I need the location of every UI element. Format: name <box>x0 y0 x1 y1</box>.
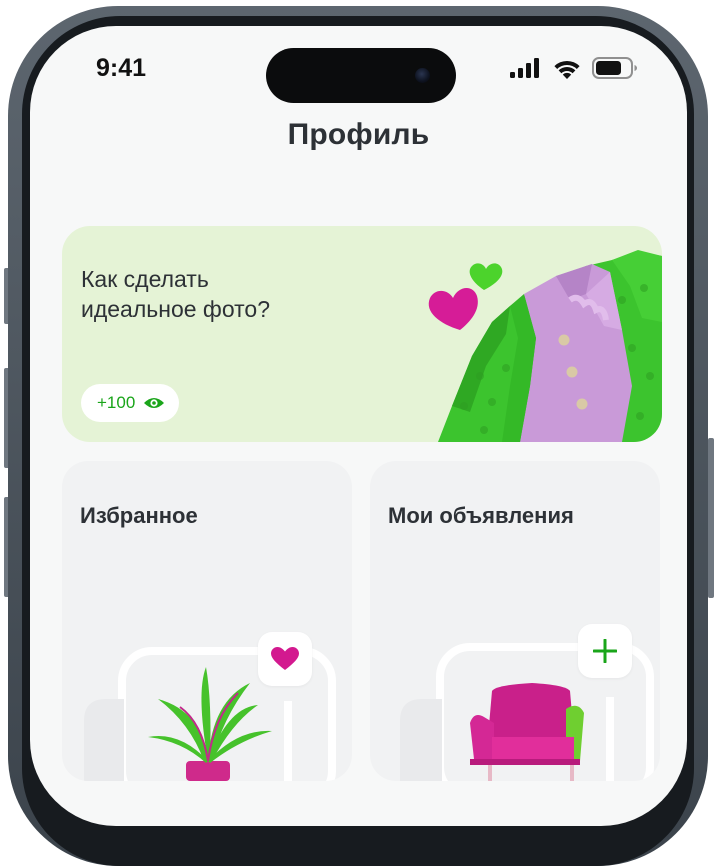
promo-badge-value: +100 <box>97 393 136 412</box>
heart-icon <box>271 647 299 670</box>
add-listing-button[interactable] <box>578 624 632 678</box>
armchair-illustration <box>400 643 654 781</box>
status-time: 9:41 <box>96 54 147 82</box>
promo-clothes-illustration <box>428 250 662 442</box>
phone-screen: 9:41 Профиль Как сделать идеальное фото?… <box>30 26 687 826</box>
battery-icon <box>592 57 637 79</box>
promo-text: Как сделать идеальное фото? <box>81 266 270 322</box>
my-listings-card[interactable]: Мои объявления <box>370 461 660 781</box>
plant-illustration <box>84 647 336 781</box>
front-camera <box>415 68 430 83</box>
dynamic-island <box>266 48 456 103</box>
green-heart-icon <box>469 263 503 290</box>
power-button <box>708 438 714 598</box>
favorites-card[interactable]: Избранное <box>62 461 352 781</box>
favorites-heart-button[interactable] <box>258 632 312 686</box>
plus-icon <box>593 639 617 663</box>
page-title: Профиль <box>287 118 430 151</box>
eye-icon <box>144 398 165 408</box>
signal-icon <box>510 58 539 78</box>
status-icons <box>510 56 638 80</box>
promo-banner[interactable]: Как сделать идеальное фото? +100 <box>62 226 662 442</box>
promo-badge: +100 <box>81 384 180 422</box>
wifi-icon <box>554 60 580 79</box>
pink-heart-icon <box>428 287 478 330</box>
